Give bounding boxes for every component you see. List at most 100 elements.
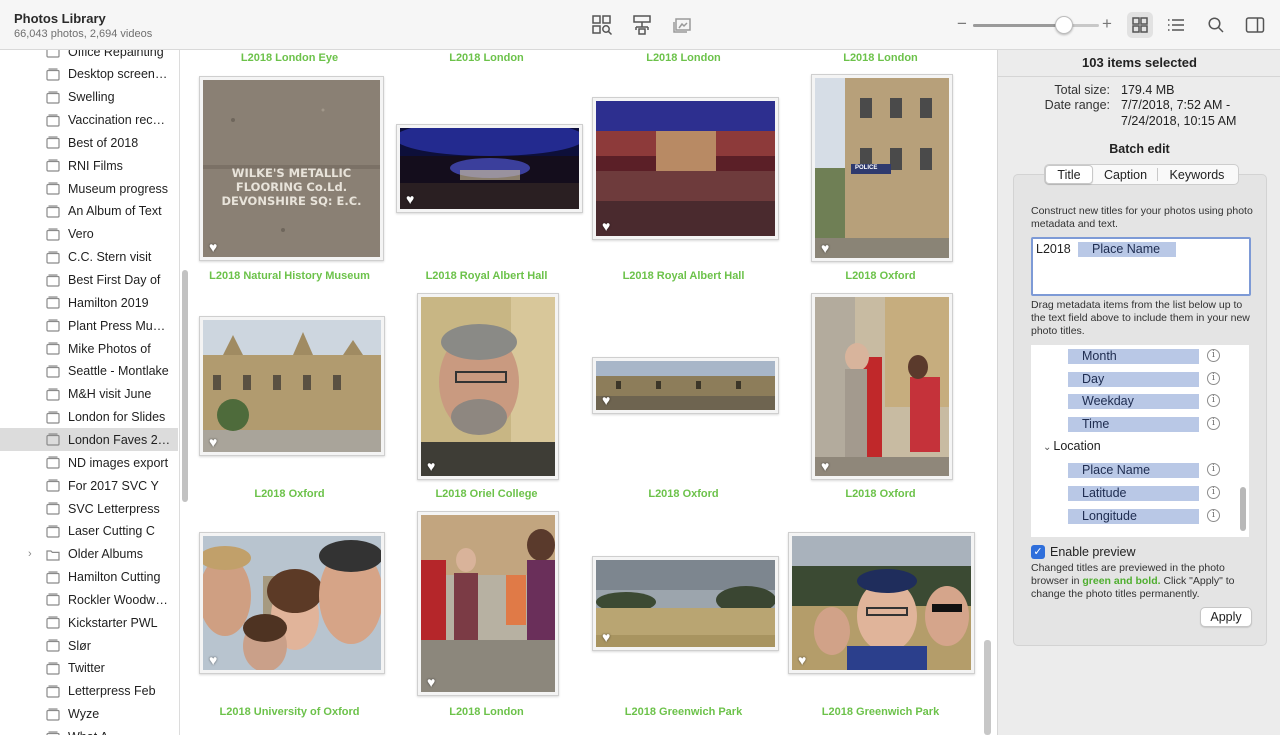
info-icon[interactable]: i xyxy=(1207,509,1220,522)
photo-thumbnail[interactable]: ♥ xyxy=(199,532,385,674)
sidebar-album-item[interactable]: Hamilton 2019 xyxy=(0,291,178,314)
photo-thumbnail[interactable]: ♥ xyxy=(788,532,975,674)
favorite-heart-icon[interactable]: ♥ xyxy=(427,459,435,473)
info-icon[interactable]: i xyxy=(1207,349,1220,362)
sidebar-album-item[interactable]: Mike Photos of xyxy=(0,337,178,360)
info-icon[interactable]: i xyxy=(1207,486,1220,499)
sidebar-album-item[interactable]: Swelling xyxy=(0,86,178,109)
sidebar-album-item[interactable]: For 2017 SVC Y xyxy=(0,474,178,497)
sidebar-album-item[interactable]: Slør xyxy=(0,634,178,657)
grid-view-icon[interactable] xyxy=(1127,12,1153,38)
sidebar-album-item[interactable]: RNI Films xyxy=(0,154,178,177)
list-view-icon[interactable] xyxy=(1163,12,1189,38)
info-icon[interactable]: i xyxy=(1207,394,1220,407)
sidebar-album-item[interactable]: Hamilton Cutting xyxy=(0,566,178,589)
sidebar-album-item[interactable]: Best First Day of xyxy=(0,269,178,292)
sidebar-album-item[interactable]: Laser Cutting C xyxy=(0,520,178,543)
metadata-list-scrollbar[interactable] xyxy=(1240,487,1246,531)
metadata-pill-time[interactable]: Time xyxy=(1068,417,1199,432)
sidebar-album-item[interactable]: Twitter xyxy=(0,657,178,680)
favorite-heart-icon[interactable]: ♥ xyxy=(602,219,610,233)
apply-button[interactable]: Apply xyxy=(1200,607,1252,627)
favorite-heart-icon[interactable]: ♥ xyxy=(209,240,217,254)
sidebar-album-item[interactable]: › Older Albums xyxy=(0,543,178,566)
favorite-heart-icon[interactable]: ♥ xyxy=(602,393,610,407)
title-template-field[interactable]: L2018 Place Name xyxy=(1031,237,1251,296)
sidebar-album-item[interactable]: Vero xyxy=(0,223,178,246)
photo-thumbnail[interactable]: ♥ xyxy=(592,357,779,414)
info-icon[interactable]: i xyxy=(1207,417,1220,430)
metadata-pill-latitude[interactable]: Latitude xyxy=(1068,486,1199,501)
sidebar-album-item[interactable]: Wyze xyxy=(0,703,178,726)
grid-scrollbar[interactable] xyxy=(984,640,991,735)
sidebar-album-item[interactable]: C.C. Stern visit xyxy=(0,246,178,269)
photo-thumbnail[interactable]: ♥ xyxy=(592,556,779,651)
metadata-pill-day[interactable]: Day xyxy=(1068,372,1199,387)
metadata-item[interactable]: Longitude i xyxy=(1031,505,1249,527)
sidebar-album-item[interactable]: Letterpress Feb xyxy=(0,680,178,703)
photo-thumbnail[interactable]: ♥ xyxy=(199,316,385,456)
photo-search-icon[interactable] xyxy=(589,12,615,38)
favorite-heart-icon[interactable]: ♥ xyxy=(209,653,217,667)
favorite-heart-icon[interactable]: ♥ xyxy=(821,241,829,255)
photo-thumbnail[interactable]: ♥ xyxy=(592,97,779,240)
search-icon[interactable] xyxy=(1203,12,1229,38)
zoom-out-icon[interactable]: − xyxy=(957,14,967,34)
photo-thumbnail[interactable]: ♥ xyxy=(417,293,559,480)
metadata-item[interactable]: Latitude i xyxy=(1031,482,1249,504)
sidebar-album-item[interactable]: Office Repainting xyxy=(0,50,178,63)
place-name-token[interactable]: Place Name xyxy=(1078,242,1176,257)
favorite-heart-icon[interactable]: ♥ xyxy=(406,192,414,206)
photo-thumbnail[interactable]: POLICE ♥ xyxy=(811,74,953,262)
tab-keywords[interactable]: Keywords xyxy=(1158,165,1236,184)
sidebar-album-item[interactable]: Best of 2018 xyxy=(0,131,178,154)
sidebar-album-item[interactable]: Kickstarter PWL xyxy=(0,611,178,634)
sidebar-album-item[interactable]: SVC Letterpress xyxy=(0,497,178,520)
metadata-tree-icon[interactable] xyxy=(629,12,655,38)
sidebar-album-item[interactable]: Rockler Woodworking xyxy=(0,588,178,611)
zoom-slider[interactable] xyxy=(973,16,1099,34)
enable-preview-checkbox[interactable]: ✓ xyxy=(1031,544,1045,559)
sidebar-album-item[interactable]: London Faves 2018 xyxy=(0,428,178,452)
chevron-right-icon[interactable]: › xyxy=(28,548,32,560)
photo-thumbnail[interactable]: ♥ xyxy=(396,124,583,213)
metadata-item[interactable]: Day i xyxy=(1031,368,1249,390)
sidebar-album-item[interactable]: Plant Press Museum xyxy=(0,314,178,337)
metadata-pill-place-name[interactable]: Place Name xyxy=(1068,463,1199,478)
favorite-heart-icon[interactable]: ♥ xyxy=(821,459,829,473)
sidebar-album-item[interactable]: Vaccination records xyxy=(0,109,178,132)
sidebar-toggle-icon[interactable] xyxy=(1242,12,1268,38)
metadata-item[interactable]: Month i xyxy=(1031,345,1249,367)
sidebar-album-item[interactable]: What A xyxy=(0,726,178,735)
tab-title[interactable]: Title xyxy=(1045,165,1093,184)
photo-thumbnail[interactable]: WILKE'S METALLIC FLOORING Co.Ld. DEVONSH… xyxy=(199,76,384,261)
info-icon[interactable]: i xyxy=(1207,463,1220,476)
favorite-heart-icon[interactable]: ♥ xyxy=(209,435,217,449)
zoom-slider-thumb[interactable] xyxy=(1054,16,1073,34)
info-icon[interactable]: i xyxy=(1207,372,1220,385)
photo-thumbnail[interactable]: ♥ xyxy=(417,511,559,696)
slideshow-icon[interactable] xyxy=(669,12,695,38)
favorite-heart-icon[interactable]: ♥ xyxy=(602,630,610,644)
sidebar-album-item[interactable]: Desktop screenshots xyxy=(0,63,178,86)
zoom-in-icon[interactable]: + xyxy=(1102,14,1112,34)
sidebar-album-item[interactable]: ND images export xyxy=(0,451,178,474)
metadata-pill-month[interactable]: Month xyxy=(1068,349,1199,364)
metadata-item[interactable]: Weekday i xyxy=(1031,390,1249,412)
favorite-heart-icon[interactable]: ♥ xyxy=(427,675,435,689)
chevron-down-icon[interactable]: ⌄ xyxy=(1043,442,1051,453)
metadata-pill-longitude[interactable]: Longitude xyxy=(1068,509,1199,524)
sidebar-album-item[interactable]: Seattle - Montlake xyxy=(0,360,178,383)
metadata-pill-weekday[interactable]: Weekday xyxy=(1068,394,1199,409)
metadata-item[interactable]: Time i xyxy=(1031,413,1249,435)
location-group-header[interactable]: ⌄ Location xyxy=(1043,439,1101,453)
sidebar-scrollbar[interactable] xyxy=(182,270,188,502)
photo-thumbnail[interactable]: ♥ xyxy=(811,293,953,480)
sidebar-album-item[interactable]: M&H visit June xyxy=(0,383,178,406)
sidebar-album-item[interactable]: Museum progress xyxy=(0,177,178,200)
tab-caption[interactable]: Caption xyxy=(1094,165,1157,184)
favorite-heart-icon[interactable]: ♥ xyxy=(798,653,806,667)
sidebar-album-item[interactable]: An Album of Text xyxy=(0,200,178,223)
enable-preview-row[interactable]: ✓ Enable preview xyxy=(1031,544,1135,559)
metadata-item[interactable]: Place Name i xyxy=(1031,459,1249,481)
